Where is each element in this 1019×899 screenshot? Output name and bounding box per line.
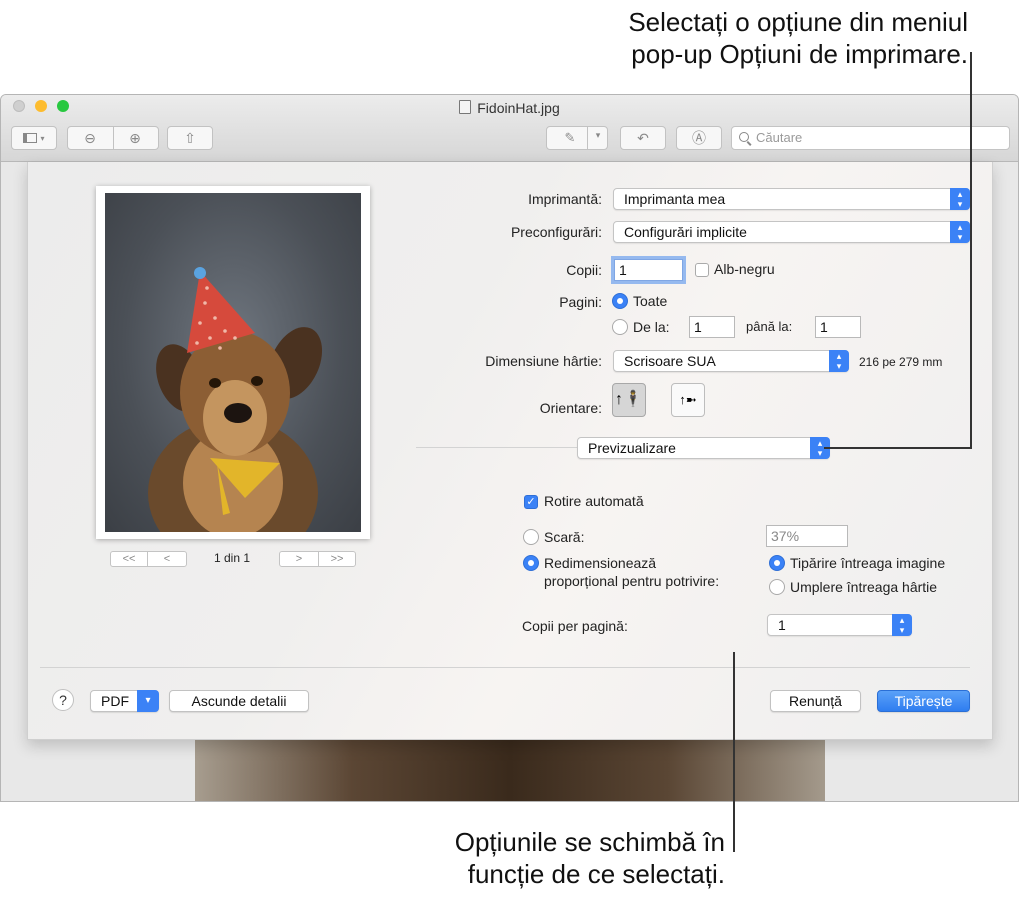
sidebar-toggle-button[interactable]: ▾ [11,126,57,150]
callout-options-change: Opțiunile se schimbă în funcție de ce se… [380,826,725,890]
search-field[interactable]: Căutare [731,126,1010,150]
chevron-down-icon[interactable]: ▾ [591,130,605,141]
pages-label: Pagini: [559,294,602,310]
printer-label: Imprimantă: [528,191,602,207]
scale-to-fit-radio[interactable] [523,555,539,571]
paper-size-popup[interactable]: Scrisoare SUA ▴ ▾ [613,350,849,372]
paper-size-value: Scrisoare SUA [624,353,716,369]
print-dialog: << < 1 din 1 > >> Imprimantă: Imprimanta… [27,162,993,740]
landscape-icon: ↑➼ [679,392,697,407]
callout-line: funcție de ce selectați. [467,859,725,889]
pages-from-label: De la: [633,319,670,335]
paper-dimensions: 216 pe 279 mm [859,355,943,369]
presets-popup[interactable]: Configurări implicite ▴ ▾ [613,221,970,243]
bottom-divider [40,667,970,668]
auto-rotate-label: Rotire automată [544,493,644,509]
pages-range-radio[interactable] [612,319,628,335]
pdf-menu-button[interactable]: PDF ▾ [90,690,159,712]
zoom-in-icon[interactable]: ⊕ [124,130,146,146]
fill-paper-radio[interactable] [769,579,785,595]
title-bar: FidoinHat.jpg ▾ ⊖ ⊕ ⇧ ✎ ▾ ↶ Ⓐ Căutare [1,95,1018,162]
rotate-button[interactable]: ↶ [620,126,666,150]
print-entire-image-label: Tipărire întreaga imagine [790,555,946,571]
orientation-label: Orientare: [539,400,602,416]
dog-photo [105,193,361,532]
window-title: FidoinHat.jpg [1,100,1018,116]
print-button[interactable]: Tipărește [877,690,970,712]
image-file-icon [459,100,472,114]
page-indicator: 1 din 1 [214,551,251,565]
print-entire-image-radio[interactable] [769,555,785,571]
printer-popup[interactable]: Imprimanta mea ▴ ▾ [613,188,970,210]
scale-to-fit-label-line2: proporțional pentru potrivire: [544,573,720,589]
scale-radio[interactable] [523,529,539,545]
background-image [195,740,825,801]
callout-line: Selectați o opțiune din meniul [628,7,968,37]
last-page-button[interactable]: >> [318,551,356,567]
zoom-divider [113,126,114,150]
share-icon: ⇧ [184,129,196,146]
chevron-down-icon: ▾ [40,133,45,143]
scale-to-fit-label: Redimensionează [544,555,657,571]
landscape-orientation-button[interactable]: ↑➼ [671,383,705,417]
help-button[interactable]: ? [52,689,74,711]
copies-label: Copii: [566,262,602,278]
first-page-button[interactable]: << [110,551,148,567]
rotate-icon: ↶ [637,129,649,146]
callout-leader-bottom [733,652,735,852]
callout-line: Opțiunile se schimbă în [454,827,725,857]
scale-field[interactable]: 37% [766,525,848,547]
markup-circle-icon: Ⓐ [692,130,706,146]
zoom-out-icon[interactable]: ⊖ [79,130,101,146]
search-icon [739,132,749,142]
hide-details-button[interactable]: Ascunde detalii [169,690,309,712]
popup-arrows-icon: ▴ ▾ [892,614,912,636]
annotate-button[interactable]: Ⓐ [676,126,722,150]
print-options-value: Previzualizare [588,440,676,456]
pages-from-field[interactable]: 1 [689,316,735,338]
popup-arrows-icon: ▴ ▾ [950,188,970,210]
callout-line: pop-up Opțiuni de imprimare. [631,39,968,69]
copies-field[interactable]: 1 [614,259,683,281]
markup-divider [587,126,588,150]
share-button[interactable]: ⇧ [167,126,213,150]
black-white-checkbox[interactable] [695,263,709,277]
popup-arrows-icon: ▴ ▾ [950,221,970,243]
presets-label: Preconfigurări: [510,224,602,240]
pdf-label: PDF [101,693,129,709]
print-preview [96,186,370,539]
dog-illustration [148,267,323,532]
callout-print-options: Selectați o opțiune din meniul pop-up Op… [520,6,968,70]
presets-value: Configurări implicite [624,224,747,240]
portrait-icon: ↑🕴 [615,391,643,408]
sidebar-icon [23,133,38,143]
next-page-button[interactable]: > [279,551,319,567]
pen-icon: ✎ [564,130,576,145]
paper-size-label: Dimensiune hârtie: [485,353,602,369]
copies-per-page-label: Copii per pagină: [522,618,628,634]
pages-to-field[interactable]: 1 [815,316,861,338]
fill-paper-label: Umplere întreaga hârtie [790,579,938,595]
print-options-popup[interactable]: Previzualizare ▴ ▾ [577,437,830,459]
window-title-text: FidoinHat.jpg [477,100,560,116]
chevron-down-icon: ▾ [137,690,159,712]
callout-leader-vertical [970,52,972,448]
copies-per-page-value: 1 [778,617,786,633]
cancel-button[interactable]: Renunță [770,690,861,712]
portrait-orientation-button[interactable]: ↑🕴 [612,383,646,417]
callout-leader-horizontal [824,447,972,449]
auto-rotate-checkbox[interactable]: ✓ [524,495,538,509]
pages-all-radio[interactable] [612,293,628,309]
previous-page-button[interactable]: < [147,551,187,567]
search-placeholder: Căutare [756,130,803,145]
pages-to-label: până la: [746,319,793,334]
black-white-label: Alb-negru [714,261,775,277]
popup-arrows-icon: ▴ ▾ [829,350,849,372]
printer-value: Imprimanta mea [624,191,726,207]
section-divider-left [416,447,578,448]
scale-label: Scară: [544,529,585,545]
copies-per-page-popup[interactable]: 1 ▴ ▾ [767,614,912,636]
pages-all-label: Toate [633,293,668,309]
